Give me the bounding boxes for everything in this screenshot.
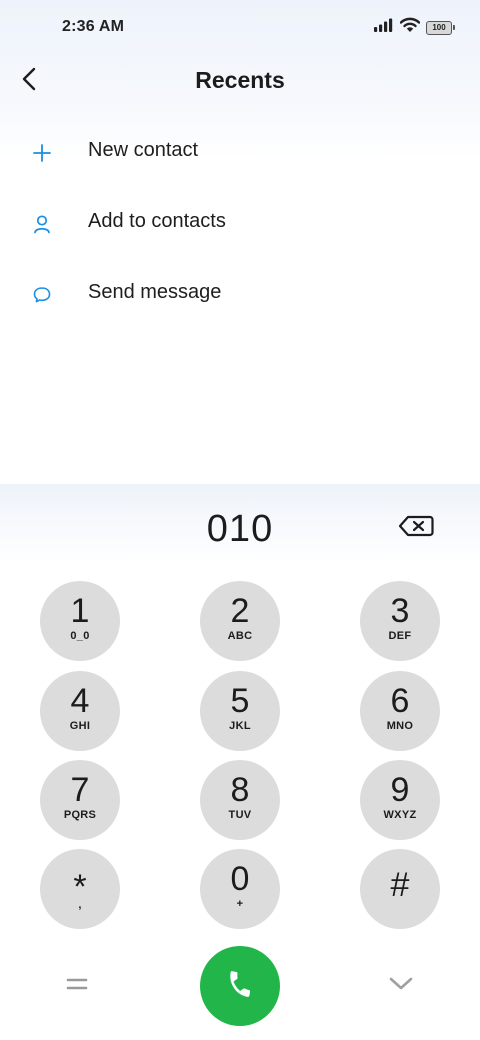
- phone-icon: [225, 969, 255, 1004]
- key-letters: MNO: [386, 720, 414, 732]
- key-hash[interactable]: #: [360, 849, 440, 929]
- key-digit: 5: [230, 682, 250, 720]
- send-message-item[interactable]: Send message: [0, 263, 480, 327]
- key-digit: #: [390, 866, 410, 904]
- key-digit: 4: [70, 682, 90, 720]
- chat-bubble-icon: [30, 283, 54, 307]
- new-contact-item[interactable]: New contact: [0, 121, 480, 185]
- key-digit: 0: [230, 860, 250, 898]
- header: Recents: [0, 56, 480, 106]
- key-star[interactable]: * ,: [40, 849, 120, 929]
- key-letters: TUV: [228, 809, 252, 821]
- menu-button[interactable]: [66, 976, 90, 996]
- key-3[interactable]: 3 DEF: [360, 581, 440, 661]
- key-digit: 2: [230, 592, 250, 630]
- key-9[interactable]: 9 WXYZ: [360, 760, 440, 840]
- backspace-button[interactable]: [396, 514, 436, 542]
- send-message-label: Send message: [88, 281, 222, 303]
- key-0[interactable]: 0 +: [200, 849, 280, 929]
- status-icons: 100: [374, 17, 455, 38]
- key-digit: 8: [230, 771, 250, 809]
- key-letters: PQRS: [63, 809, 97, 821]
- key-letters: WXYZ: [383, 809, 417, 821]
- person-icon: [30, 212, 54, 236]
- key-1[interactable]: 1 0_0: [40, 581, 120, 661]
- key-digit: 1: [70, 592, 90, 630]
- new-contact-label: New contact: [88, 139, 199, 161]
- key-4[interactable]: 4 GHI: [40, 671, 120, 751]
- key-digit: 7: [70, 771, 90, 809]
- collapse-keypad-button[interactable]: [386, 974, 416, 998]
- battery-icon: 100: [426, 20, 455, 35]
- key-digit: 6: [390, 682, 410, 720]
- page-title: Recents: [195, 67, 285, 93]
- status-time: 2:36 AM: [62, 18, 125, 35]
- wifi-icon: [399, 17, 421, 38]
- plus-icon: [30, 141, 54, 165]
- key-letters: DEF: [388, 630, 412, 642]
- key-letters: GHI: [69, 720, 91, 732]
- key-digit: 9: [390, 771, 410, 809]
- key-letters: +: [236, 898, 244, 910]
- key-letters: 0_0: [70, 630, 90, 642]
- add-to-contacts-label: Add to contacts: [88, 210, 226, 232]
- call-button[interactable]: [200, 946, 280, 1026]
- key-8[interactable]: 8 TUV: [200, 760, 280, 840]
- add-to-contacts-item[interactable]: Add to contacts: [0, 192, 480, 256]
- key-letters: JKL: [229, 720, 251, 732]
- status-bar: 2:36 AM 100: [0, 0, 480, 56]
- key-7[interactable]: 7 PQRS: [40, 760, 120, 840]
- key-2[interactable]: 2 ABC: [200, 581, 280, 661]
- chevron-down-icon: [389, 977, 413, 996]
- key-5[interactable]: 5 JKL: [200, 671, 280, 751]
- key-letters: ,: [78, 899, 82, 911]
- key-digit: 3: [390, 592, 410, 630]
- backspace-icon: [398, 515, 434, 542]
- key-6[interactable]: 6 MNO: [360, 671, 440, 751]
- signal-icon: [374, 18, 394, 37]
- key-letters: ABC: [227, 630, 253, 642]
- equals-icon: [66, 978, 88, 996]
